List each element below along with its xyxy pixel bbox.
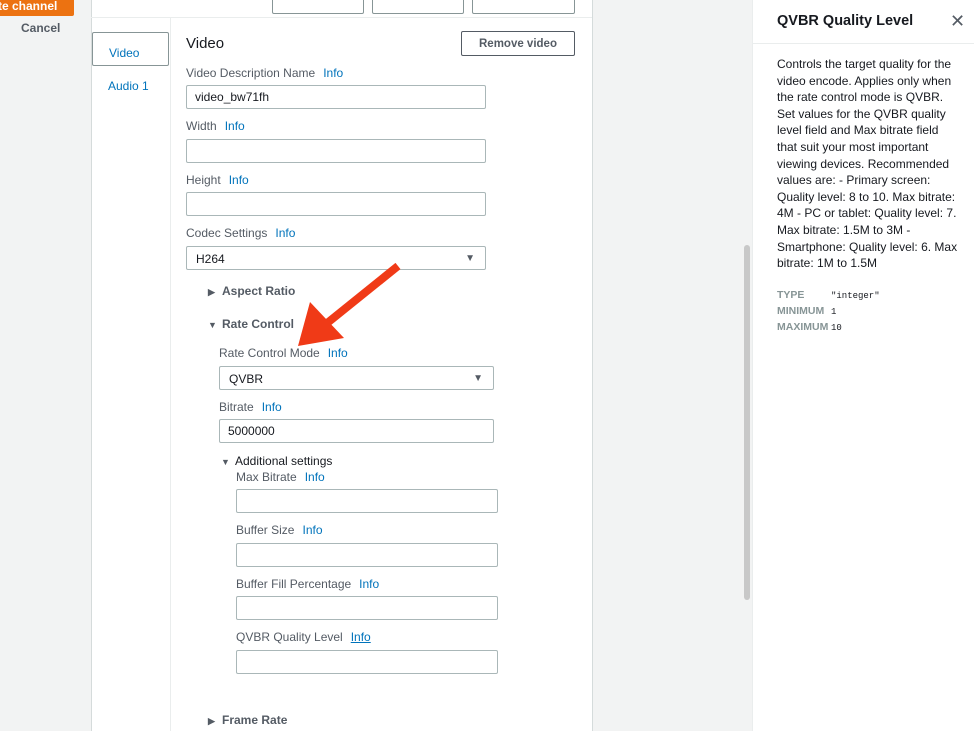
qvbr-quality-level-input[interactable]: [236, 650, 498, 674]
help-minimum-row: MINIMUM 1: [777, 305, 836, 317]
divider: [91, 17, 592, 18]
height-input[interactable]: [186, 192, 486, 216]
additional-settings-expander[interactable]: ▼ Additional settings: [221, 454, 332, 468]
expander-label: Rate Control: [222, 317, 294, 331]
info-link[interactable]: Info: [359, 577, 379, 591]
tab-video[interactable]: Video: [92, 32, 169, 66]
info-link[interactable]: Info: [229, 173, 249, 187]
codec-settings-label: Codec Settings Info: [186, 226, 295, 240]
info-link[interactable]: Info: [262, 400, 282, 414]
select-value: QVBR: [229, 372, 264, 386]
meta-key: MAXIMUM: [777, 321, 829, 333]
meta-value: "integer": [831, 291, 880, 301]
field-label: QVBR Quality Level: [236, 630, 343, 644]
caret-right-icon: ▶: [208, 716, 215, 726]
scrollbar-thumb[interactable]: [744, 245, 750, 600]
rate-control-expander[interactable]: ▼ Rate Control: [208, 317, 294, 331]
video-description-name-input[interactable]: [186, 85, 486, 109]
select-value: H264: [196, 252, 225, 266]
tab-audio-1[interactable]: Audio 1: [92, 66, 169, 100]
bitrate-input[interactable]: [219, 419, 494, 443]
info-link[interactable]: Info: [351, 630, 371, 644]
help-description: Controls the target quality for the vide…: [777, 57, 958, 271]
top-button-1[interactable]: [272, 0, 364, 14]
help-maximum-row: MAXIMUM 10: [777, 321, 842, 333]
aspect-ratio-expander[interactable]: ▶ Aspect Ratio: [208, 284, 295, 298]
create-channel-button[interactable]: te channel: [0, 0, 74, 16]
top-button-3[interactable]: [472, 0, 575, 14]
info-link[interactable]: Info: [225, 119, 245, 133]
height-label: Height Info: [186, 173, 249, 187]
bitrate-label: Bitrate Info: [219, 400, 282, 414]
close-icon[interactable]: ✕: [950, 11, 965, 32]
meta-key: MINIMUM: [777, 305, 825, 317]
chevron-down-icon: ▼: [465, 253, 475, 264]
cancel-link[interactable]: Cancel: [21, 21, 60, 35]
expander-label: Additional settings: [235, 454, 333, 468]
meta-value: 1: [831, 307, 837, 317]
chevron-down-icon: ▼: [473, 373, 483, 384]
video-description-name-label: Video Description Name Info: [186, 66, 343, 80]
rate-control-mode-label: Rate Control Mode Info: [219, 346, 348, 360]
field-label: Width: [186, 119, 217, 133]
field-label: Max Bitrate: [236, 470, 297, 484]
caret-right-icon: ▶: [208, 287, 215, 297]
top-button-2[interactable]: [372, 0, 464, 14]
info-link[interactable]: Info: [323, 66, 343, 80]
expander-label: Aspect Ratio: [222, 284, 296, 298]
field-label: Codec Settings: [186, 226, 268, 240]
info-link[interactable]: Info: [328, 346, 348, 360]
info-link[interactable]: Info: [302, 523, 322, 537]
width-input[interactable]: [186, 139, 486, 163]
help-title: QVBR Quality Level: [777, 13, 914, 29]
caret-down-icon: ▼: [208, 320, 217, 330]
annotation-arrow-icon: [298, 262, 401, 346]
remove-video-button[interactable]: Remove video: [461, 31, 575, 56]
field-label: Height: [186, 173, 221, 187]
caret-down-icon: ▼: [221, 457, 230, 467]
meta-key: TYPE: [777, 289, 805, 301]
help-divider: [753, 43, 974, 44]
max-bitrate-input[interactable]: [236, 489, 498, 513]
buffer-fill-percentage-label: Buffer Fill Percentage Info: [236, 577, 379, 591]
section-title: Video: [186, 35, 225, 52]
frame-rate-expander[interactable]: ▶ Frame Rate: [208, 713, 287, 727]
meta-value: 10: [831, 323, 842, 333]
field-label: Rate Control Mode: [219, 346, 320, 360]
tab-divider: [170, 18, 171, 731]
field-label: Video Description Name: [186, 66, 316, 80]
field-label: Buffer Size: [236, 523, 295, 537]
info-link[interactable]: Info: [275, 226, 295, 240]
max-bitrate-label: Max Bitrate Info: [236, 470, 325, 484]
buffer-size-input[interactable]: [236, 543, 498, 567]
help-type-row: TYPE "integer": [777, 289, 880, 301]
qvbr-quality-level-label: QVBR Quality Level Info: [236, 630, 371, 644]
width-label: Width Info: [186, 119, 245, 133]
rate-control-mode-select[interactable]: QVBR ▼: [219, 366, 494, 390]
field-label: Buffer Fill Percentage: [236, 577, 352, 591]
info-link[interactable]: Info: [305, 470, 325, 484]
field-label: Bitrate: [219, 400, 254, 414]
buffer-size-label: Buffer Size Info: [236, 523, 323, 537]
expander-label: Frame Rate: [222, 713, 288, 727]
buffer-fill-percentage-input[interactable]: [236, 596, 498, 620]
